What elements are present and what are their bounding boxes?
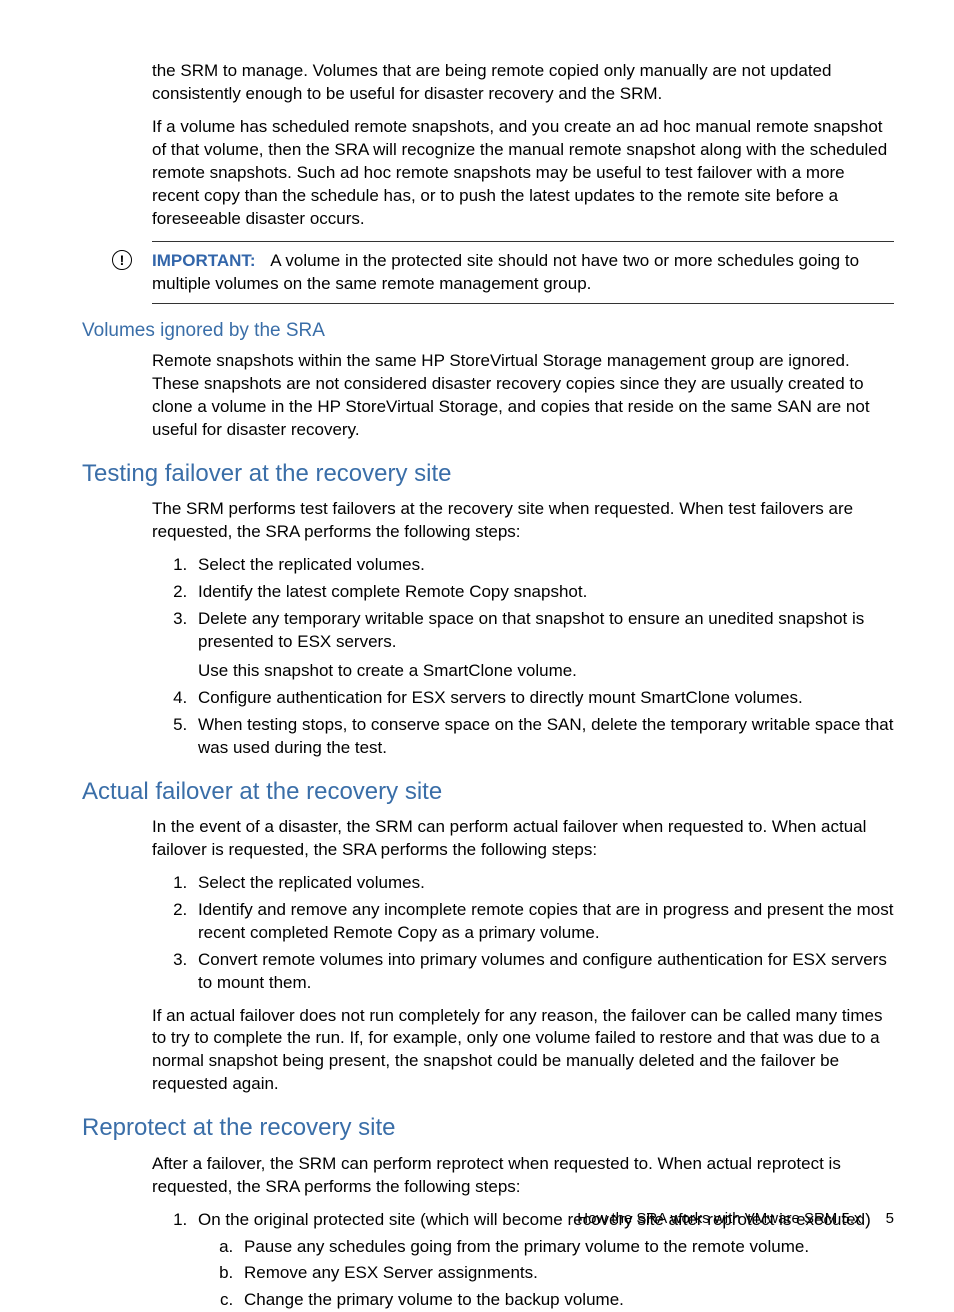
- heading-actual-failover: Actual failover at the recovery site: [82, 776, 894, 808]
- important-label: IMPORTANT:: [152, 251, 256, 270]
- intro-paragraph-2: If a volume has scheduled remote snapsho…: [152, 116, 894, 231]
- list-item: Configure authentication for ESX servers…: [192, 687, 894, 710]
- important-callout: ! IMPORTANT: A volume in the protected s…: [152, 241, 894, 305]
- list-item: Identify and remove any incomplete remot…: [192, 899, 894, 945]
- list-item: Remove any ESX Server assignments.: [238, 1262, 894, 1285]
- page-footer: How the SRA works with VMware SRM 5.x 5: [577, 1209, 894, 1229]
- actual-outro: If an actual failover does not run compl…: [152, 1005, 894, 1097]
- important-text: A volume in the protected site should no…: [152, 251, 859, 293]
- step-text: Identify and remove any incomplete remot…: [198, 900, 894, 942]
- ignored-paragraph: Remote snapshots within the same HP Stor…: [152, 350, 894, 442]
- list-item: When testing stops, to conserve space on…: [192, 714, 894, 760]
- step-text: Select the replicated volumes.: [198, 873, 425, 892]
- reprotect-intro: After a failover, the SRM can perform re…: [152, 1153, 894, 1199]
- intro-paragraph-1: the SRM to manage. Volumes that are bein…: [152, 60, 894, 106]
- step-text: Configure authentication for ESX servers…: [198, 688, 803, 707]
- substep-text: Change the primary volume to the backup …: [244, 1290, 624, 1309]
- step-text: When testing stops, to conserve space on…: [198, 715, 894, 757]
- actual-steps-list: Select the replicated volumes. Identify …: [152, 872, 894, 995]
- reprotect-sublist: Pause any schedules going from the prima…: [198, 1236, 894, 1312]
- heading-reprotect: Reprotect at the recovery site: [82, 1112, 894, 1144]
- heading-testing-failover: Testing failover at the recovery site: [82, 458, 894, 490]
- step-extra-text: Use this snapshot to create a SmartClone…: [198, 660, 894, 683]
- testing-intro: The SRM performs test failovers at the r…: [152, 498, 894, 544]
- actual-intro: In the event of a disaster, the SRM can …: [152, 816, 894, 862]
- list-item: Delete any temporary writable space on t…: [192, 608, 894, 683]
- heading-volumes-ignored: Volumes ignored by the SRA: [82, 318, 894, 344]
- testing-steps-list: Select the replicated volumes. Identify …: [152, 554, 894, 760]
- page-number: 5: [886, 1210, 894, 1227]
- step-text: Convert remote volumes into primary volu…: [198, 950, 887, 992]
- footer-text: How the SRA works with VMware SRM 5.x: [577, 1210, 861, 1227]
- substep-text: Remove any ESX Server assignments.: [244, 1263, 538, 1282]
- list-item: Select the replicated volumes.: [192, 554, 894, 577]
- substep-text: Pause any schedules going from the prima…: [244, 1237, 809, 1256]
- page-content: the SRM to manage. Volumes that are bein…: [0, 0, 954, 1312]
- important-icon: !: [112, 250, 132, 270]
- list-item: Change the primary volume to the backup …: [238, 1289, 894, 1312]
- list-item: Identify the latest complete Remote Copy…: [192, 581, 894, 604]
- list-item: Convert remote volumes into primary volu…: [192, 949, 894, 995]
- step-text: Delete any temporary writable space on t…: [198, 609, 864, 651]
- step-text: Select the replicated volumes.: [198, 555, 425, 574]
- list-item: Select the replicated volumes.: [192, 872, 894, 895]
- step-text: Identify the latest complete Remote Copy…: [198, 582, 587, 601]
- list-item: Pause any schedules going from the prima…: [238, 1236, 894, 1259]
